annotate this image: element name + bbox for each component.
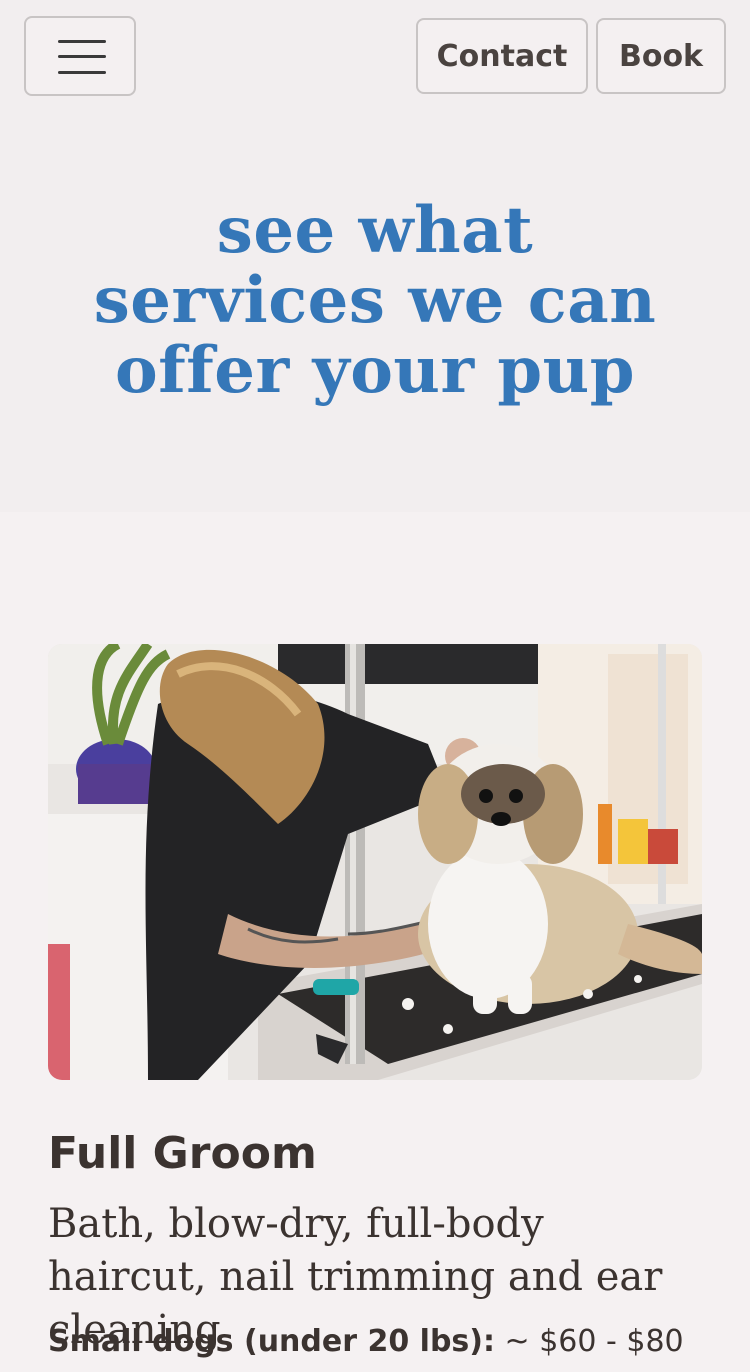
price-label: Small dogs (under 20 lbs): — [48, 1324, 495, 1359]
service-photo — [48, 644, 702, 1080]
price-line: Small dogs (under 20 lbs): ~ $60 - $80 — [48, 1324, 684, 1359]
book-button[interactable]: Book — [596, 18, 726, 94]
contact-button[interactable]: Contact — [416, 18, 588, 94]
price-value: ~ $60 - $80 — [504, 1324, 684, 1359]
menu-button[interactable] — [24, 16, 136, 96]
services-section: Full Groom Bath, blow-dry, full-body hai… — [0, 512, 750, 1372]
hero-title: see what services we can offer your pup — [93, 193, 657, 408]
site-header: Contact Book see what services we can of… — [0, 0, 750, 512]
service-title: Full Groom — [48, 1128, 317, 1179]
